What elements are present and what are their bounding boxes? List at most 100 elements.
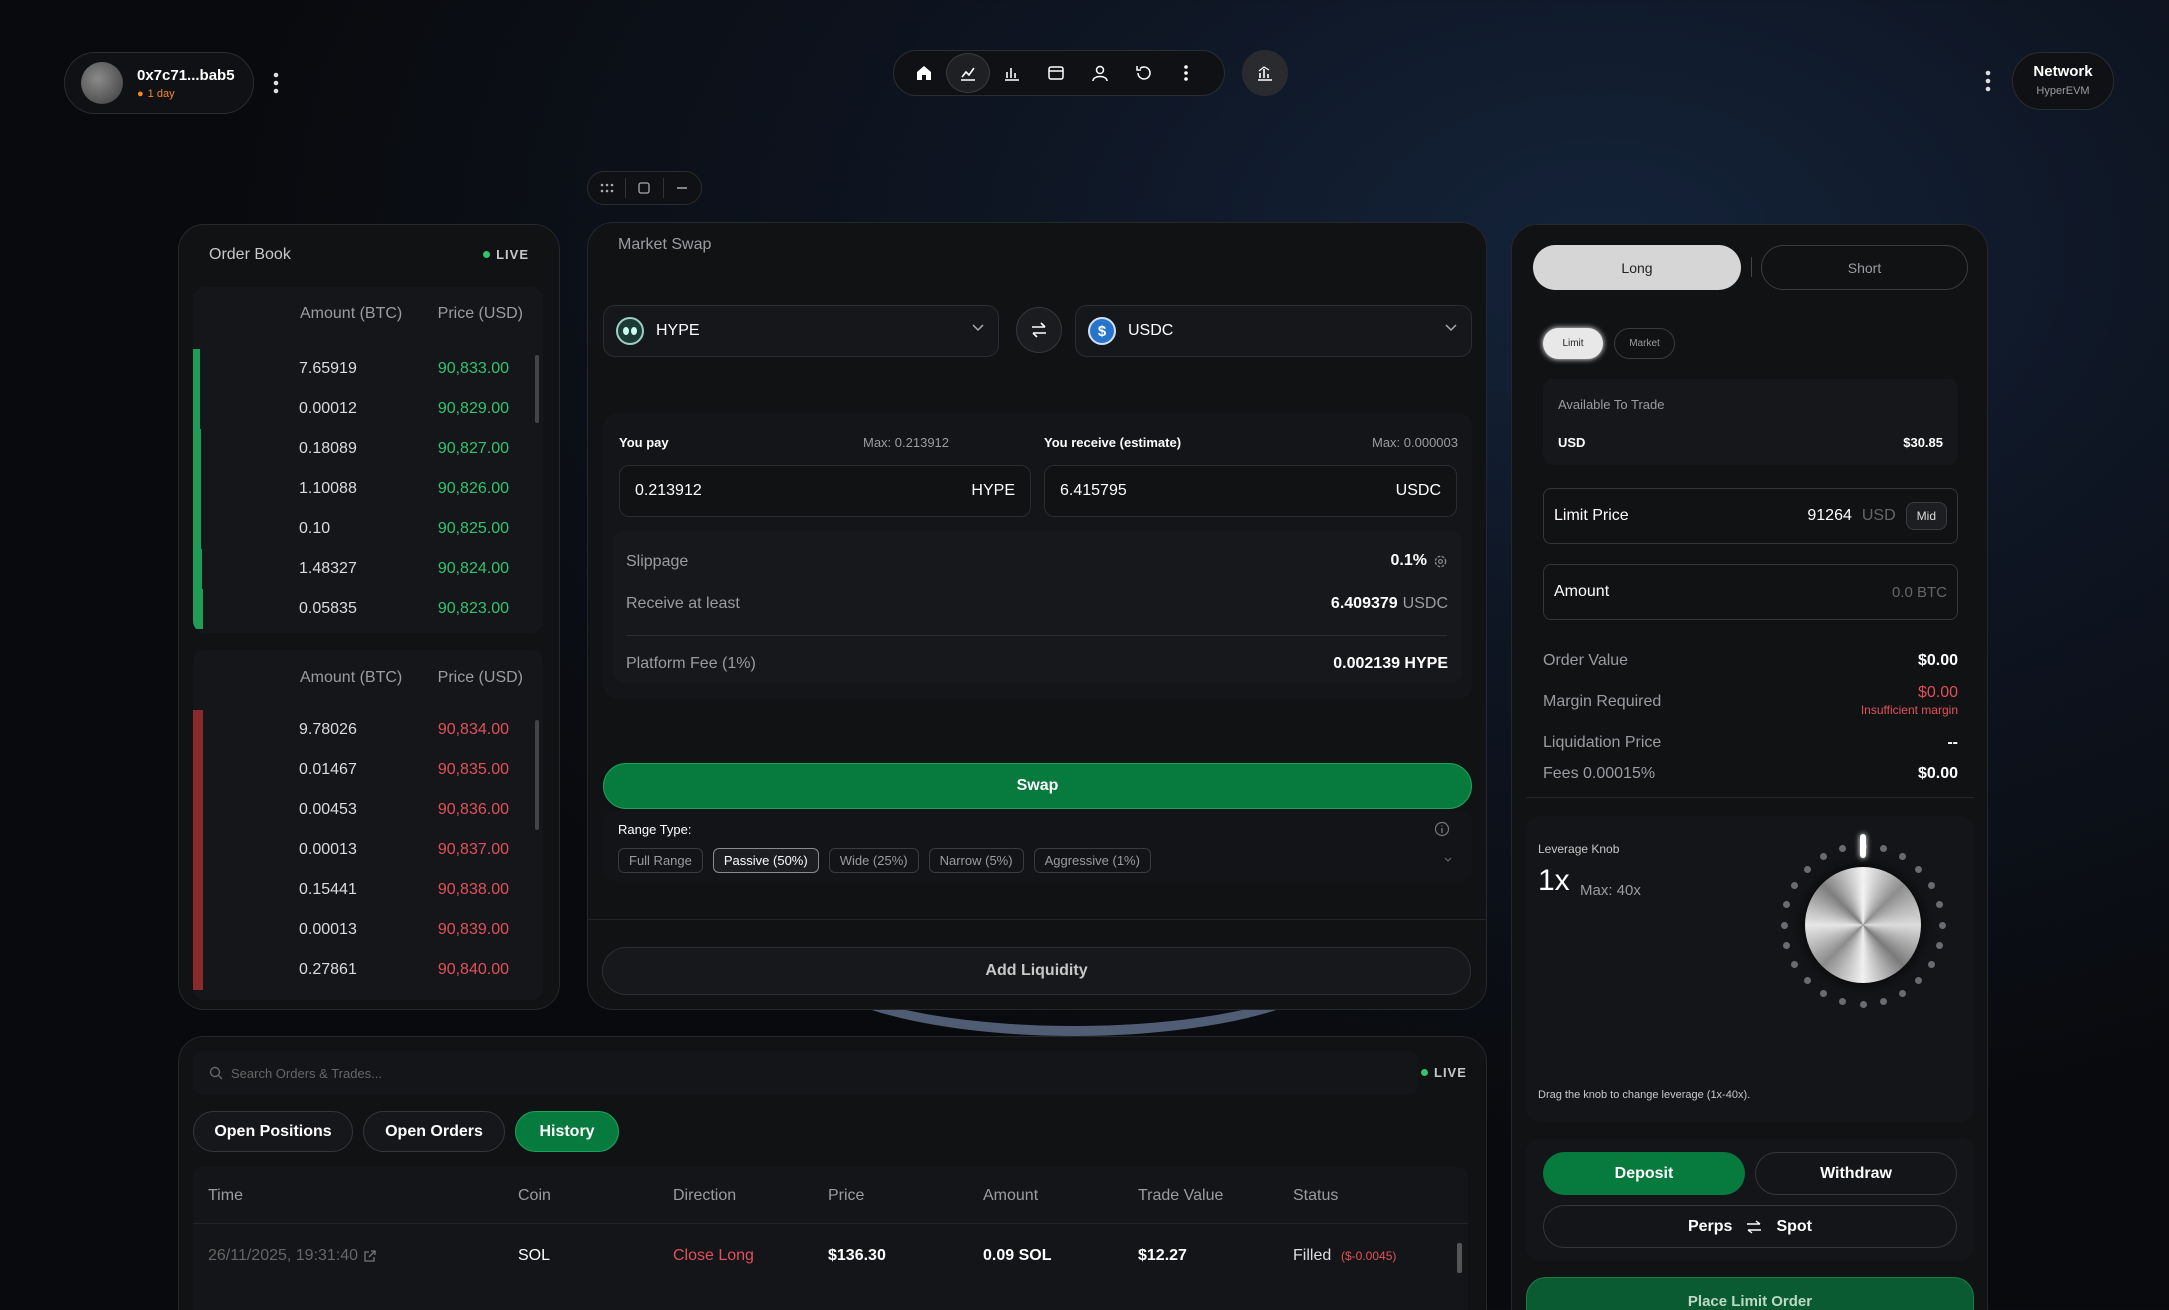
bid-amount: 0.18089 (299, 440, 357, 457)
search-input[interactable]: Search Orders & Trades... (193, 1051, 1418, 1095)
bid-row[interactable]: 7.65919 90,833.00 (193, 349, 543, 389)
history-tab[interactable]: History (515, 1111, 619, 1152)
receive-amount-input[interactable]: 6.415795 USDC (1044, 465, 1457, 517)
limit-price-label: Limit Price (1554, 507, 1629, 524)
short-button[interactable]: Short (1761, 245, 1968, 290)
history-scrollbar[interactable] (1457, 1243, 1462, 1273)
bid-row[interactable]: 1.48327 90,824.00 (193, 549, 543, 589)
limit-price-unit: USD (1861, 507, 1896, 524)
trade-chart-icon[interactable] (946, 53, 990, 93)
bid-row[interactable]: 0.10 90,825.00 (193, 509, 543, 549)
swap-button[interactable]: Swap (603, 763, 1472, 809)
network-menu-icon[interactable] (1976, 66, 2000, 96)
asks-scrollbar[interactable] (535, 720, 539, 830)
home-icon[interactable] (902, 53, 946, 93)
bid-row[interactable]: 1.10088 90,826.00 (193, 469, 543, 509)
column-header[interactable]: Direction (673, 1187, 736, 1205)
leverage-tick (1803, 865, 1811, 873)
history-coin: SOL (518, 1247, 551, 1264)
range-option[interactable]: Wide (25%) (828, 848, 919, 873)
slippage-label: Slippage (626, 553, 689, 570)
bid-depth-bar (193, 509, 202, 549)
minimize-icon[interactable] (675, 181, 689, 195)
ask-depth-bar (193, 790, 203, 830)
limit-price-input[interactable]: Limit Price 91264 USD Mid (1543, 488, 1958, 544)
usdc-token-icon: $ (1088, 317, 1116, 345)
history-tab[interactable]: Open Positions (193, 1111, 353, 1152)
ask-depth-bar (193, 910, 203, 950)
leverage-tick (1938, 921, 1946, 929)
bid-row[interactable]: 0.18089 90,827.00 (193, 429, 543, 469)
ask-amount: 0.00453 (299, 801, 357, 818)
column-header[interactable]: Time (208, 1187, 243, 1205)
chevron-down-icon[interactable] (1444, 857, 1452, 863)
column-header[interactable]: Status (1293, 1187, 1338, 1205)
mid-button[interactable]: Mid (1905, 502, 1947, 530)
wallet-menu-icon[interactable] (262, 68, 290, 98)
amount-input[interactable]: Amount 0.0 BTC (1543, 564, 1958, 620)
range-option[interactable]: Passive (50%) (712, 848, 819, 873)
expand-icon[interactable] (637, 181, 651, 195)
from-token-select[interactable]: HYPE (603, 305, 999, 357)
refresh-icon[interactable] (1122, 53, 1166, 93)
ask-row[interactable]: 0.00013 90,837.00 (193, 830, 543, 870)
external-link-icon[interactable] (363, 1249, 377, 1263)
perps-spot-toggle[interactable]: Perps Spot (1543, 1205, 1957, 1248)
bids-scrollbar[interactable] (535, 355, 539, 423)
column-header[interactable]: Trade Value (1138, 1187, 1223, 1205)
to-token-select[interactable]: $ USDC (1075, 305, 1472, 357)
history-direction: Close Long (673, 1247, 754, 1264)
leverage-tick (1791, 882, 1799, 889)
wallet-icon[interactable] (1034, 53, 1078, 93)
column-header[interactable]: Amount (983, 1187, 1038, 1205)
ask-row[interactable]: 0.00013 90,839.00 (193, 910, 543, 950)
settings-gear-icon[interactable] (1433, 554, 1448, 569)
swap-direction-button[interactable] (1016, 307, 1062, 353)
add-liquidity-button[interactable]: Add Liquidity (602, 947, 1471, 995)
analytics-icon[interactable] (1242, 50, 1288, 96)
place-order-button[interactable]: Place Limit Order (1526, 1277, 1974, 1310)
history-tab[interactable]: Open Orders (363, 1111, 505, 1152)
swap-summary: Slippage 0.1% Receive at least 6.409379 … (613, 531, 1462, 683)
network-selector[interactable]: Network HyperEVM (2012, 52, 2114, 110)
leverage-tick (1899, 989, 1906, 997)
column-header[interactable]: Coin (518, 1187, 551, 1205)
pay-amount-input[interactable]: 0.213912 HYPE (619, 465, 1031, 517)
ask-row[interactable]: 0.00453 90,836.00 (193, 790, 543, 830)
long-button[interactable]: Long (1533, 245, 1741, 290)
more-icon[interactable] (1166, 53, 1206, 93)
info-icon[interactable] (1434, 821, 1450, 837)
bid-amount: 0.05835 (299, 600, 357, 617)
bar-chart-icon[interactable] (990, 53, 1034, 93)
ask-row[interactable]: 0.27861 90,840.00 (193, 950, 543, 990)
limit-tab[interactable]: Limit (1543, 328, 1603, 359)
ask-row[interactable]: 0.01467 90,835.00 (193, 750, 543, 790)
range-option[interactable]: Aggressive (1%) (1033, 848, 1151, 873)
ask-depth-bar (193, 750, 203, 790)
fees-value: $0.00 (1917, 765, 1958, 782)
bid-row[interactable]: 0.00012 90,829.00 (193, 389, 543, 429)
bid-row[interactable]: 0.05835 90,823.00 (193, 589, 543, 629)
market-tab[interactable]: Market (1614, 328, 1675, 359)
drag-handle-icon[interactable] (600, 183, 614, 193)
ask-row[interactable]: 9.78026 90,834.00 (193, 710, 543, 750)
range-option[interactable]: Narrow (5%) (928, 848, 1024, 873)
ask-row[interactable]: 0.15441 90,838.00 (193, 870, 543, 910)
leverage-knob-dial[interactable] (1778, 834, 1948, 1008)
orderbook-title: Order Book (209, 246, 291, 263)
leverage-knob[interactable] (1805, 867, 1921, 983)
spot-label: Spot (1776, 1217, 1812, 1235)
swap-title: Market Swap (618, 236, 712, 253)
margin-warning: Insufficient margin (1860, 703, 1958, 717)
bids-col-amount: Amount (BTC) (300, 305, 403, 322)
liquidation-value: -- (1947, 734, 1958, 751)
withdraw-button[interactable]: Withdraw (1755, 1152, 1957, 1195)
deposit-button[interactable]: Deposit (1543, 1152, 1745, 1195)
column-header[interactable]: Price (828, 1187, 864, 1205)
slippage-value: 0.1% (1390, 552, 1427, 569)
range-option[interactable]: Full Range (618, 848, 703, 873)
wallet-pill[interactable]: 0x7c71...bab5 ● 1 day (64, 52, 254, 114)
leverage-tick (1820, 853, 1827, 861)
you-pay-max[interactable]: Max: 0.213912 (863, 435, 949, 450)
user-icon[interactable] (1078, 53, 1122, 93)
